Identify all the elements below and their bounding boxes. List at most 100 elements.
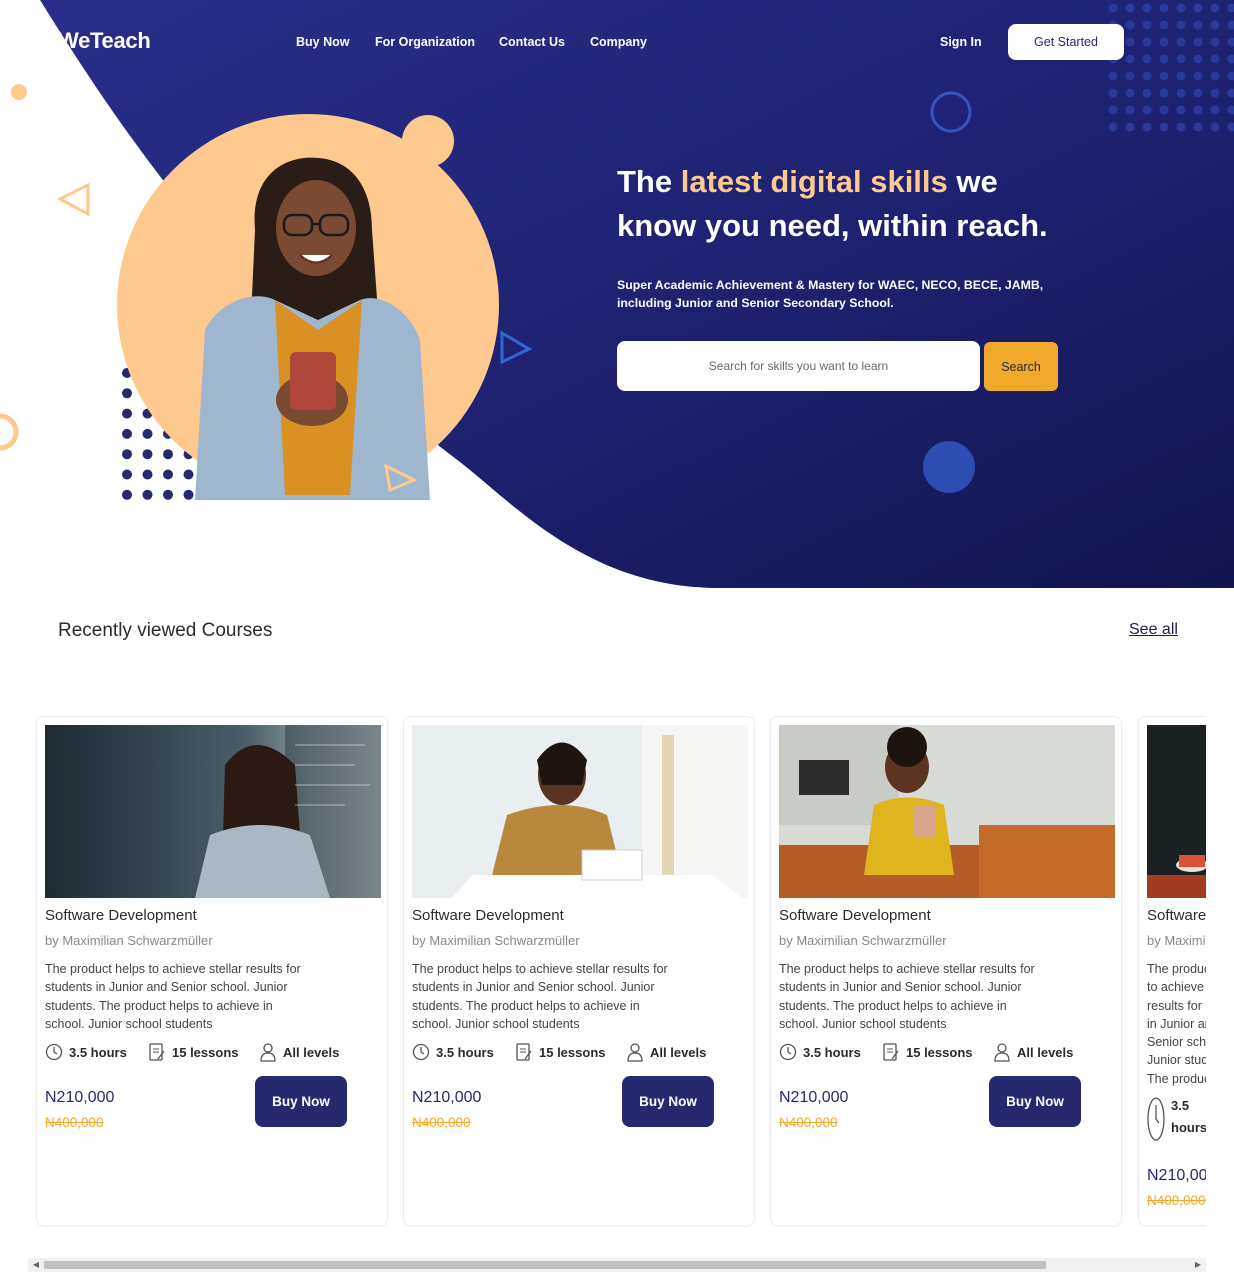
document-edit-icon: [883, 1043, 899, 1061]
course-lessons: 15 lessons: [148, 1040, 239, 1064]
user-icon: [994, 1043, 1010, 1062]
course-author: by Maximilian Schwarzmüller: [1147, 933, 1206, 948]
nav-for-organization[interactable]: For Organization: [375, 35, 475, 49]
course-title[interactable]: Software Development: [412, 907, 564, 924]
course-lessons: 15 lessons: [882, 1040, 973, 1064]
get-started-button[interactable]: Get Started: [1008, 24, 1124, 60]
deco-dot: [1210, 105, 1220, 115]
course-level: All levels: [259, 1040, 339, 1064]
deco-dot: [142, 428, 153, 439]
course-card[interactable]: Software Development by Maximilian Schwa…: [36, 716, 388, 1226]
course-author: by Maximilian Schwarzmüller: [779, 933, 947, 948]
course-author: by Maximilian Schwarzmüller: [45, 933, 213, 948]
course-level: All levels: [993, 1040, 1073, 1064]
course-old-price: N400,000: [45, 1115, 104, 1130]
course-hours: 3.5 hours: [1171, 1098, 1206, 1135]
buy-now-button[interactable]: Buy Now: [255, 1076, 347, 1127]
clock-icon: [412, 1043, 430, 1061]
deco-dot: [1176, 105, 1186, 115]
scroll-right-arrow-icon[interactable]: ▶: [1190, 1258, 1206, 1272]
horizontal-scrollbar[interactable]: ◀ ▶: [28, 1258, 1206, 1272]
hero-section: WeTeach Buy Now For Organization Contact…: [0, 0, 1234, 600]
course-card[interactable]: Software Development by Maximilian Schwa…: [403, 716, 755, 1226]
course-lessons-count: 15 lessons: [906, 1044, 973, 1060]
logo[interactable]: WeTeach: [58, 28, 151, 54]
deco-dot: [122, 388, 132, 399]
course-old-price: N400,000: [412, 1115, 471, 1130]
nav-contact-us[interactable]: Contact Us: [499, 35, 565, 49]
deco-dot: [1210, 122, 1220, 132]
deco-dot: [1159, 122, 1169, 132]
hero-title-highlight: latest digital skills: [680, 164, 948, 199]
deco-dot: [1125, 122, 1135, 132]
course-hours: 3.5 hours: [436, 1044, 494, 1060]
deco-dot: [122, 428, 132, 439]
nav-company[interactable]: Company: [590, 35, 647, 49]
hero-title-pre: The: [617, 164, 681, 199]
deco-dot: [1159, 88, 1169, 98]
course-hours: 3.5 hours: [69, 1044, 127, 1060]
clock-icon: [1147, 1097, 1165, 1141]
course-card[interactable]: Software Development by Maximilian Schwa…: [770, 716, 1122, 1226]
sign-in-link[interactable]: Sign In: [940, 35, 982, 49]
deco-dot: [1125, 88, 1135, 98]
buy-now-button[interactable]: Buy Now: [622, 1076, 714, 1127]
buy-now-button[interactable]: Buy Now: [989, 1076, 1081, 1127]
search-button[interactable]: Search: [984, 342, 1058, 391]
deco-dot: [1159, 105, 1169, 115]
course-title[interactable]: Software Development: [779, 907, 931, 924]
course-duration: 3.5 hours: [779, 1040, 861, 1064]
course-image: [1147, 725, 1206, 898]
course-title[interactable]: Software Development: [1147, 907, 1206, 924]
course-duration: 3.5 hours: [412, 1040, 494, 1064]
deco-dot: [1142, 105, 1152, 115]
nav-buy-now[interactable]: Buy Now: [296, 35, 349, 49]
deco-dot: [1125, 105, 1135, 115]
document-edit-icon: [516, 1043, 532, 1061]
clock-icon: [45, 1043, 63, 1061]
deco-ring: [0, 413, 19, 451]
top-nav: WeTeach Buy Now For Organization Contact…: [0, 0, 1234, 84]
deco-triangle: [56, 182, 90, 217]
deco-dot: [1193, 105, 1203, 115]
course-card[interactable]: Software Development by Maximilian Schwa…: [1138, 716, 1206, 1226]
course-level-label: All levels: [650, 1044, 707, 1060]
deco-dot: [1176, 88, 1186, 98]
course-description: The product helps to achieve stellar res…: [45, 962, 301, 1031]
course-hours: 3.5 hours: [803, 1044, 861, 1060]
deco-dot: [122, 469, 132, 480]
hero-subtitle: Super Academic Achievement & Mastery for…: [617, 278, 1044, 310]
deco-dot: [1193, 88, 1203, 98]
course-level-label: All levels: [283, 1044, 340, 1060]
course-title[interactable]: Software Development: [45, 907, 197, 924]
course-price: N210,000: [779, 1089, 849, 1106]
course-level-label: All levels: [1017, 1044, 1074, 1060]
deco-dot: [163, 449, 173, 460]
course-carousel[interactable]: Software Development by Maximilian Schwa…: [28, 708, 1206, 1233]
deco-dot: [1108, 88, 1118, 98]
deco-dot: [1210, 88, 1220, 98]
course-old-price: N400,000: [1147, 1193, 1206, 1208]
course-image: [779, 725, 1115, 898]
deco-circle-blue: [923, 441, 975, 493]
course-image: [412, 725, 748, 898]
course-price: N210,000: [1147, 1167, 1206, 1184]
course-lessons-count: 15 lessons: [539, 1044, 606, 1060]
course-description: The product helps to achieve stellar res…: [412, 962, 668, 1031]
user-icon: [260, 1043, 276, 1062]
deco-dot: [11, 84, 27, 100]
search-input[interactable]: [617, 341, 980, 391]
deco-dot: [1193, 122, 1203, 132]
scroll-left-arrow-icon[interactable]: ◀: [28, 1258, 44, 1272]
see-all-link[interactable]: See all: [1129, 621, 1178, 639]
deco-dot: [1142, 122, 1152, 132]
course-duration: 3.5 hours: [1147, 1095, 1206, 1143]
deco-dot: [1108, 122, 1118, 132]
course-description: The product helps to achieve stellar res…: [1147, 962, 1206, 1086]
deco-dot: [163, 469, 173, 480]
deco-dot: [122, 408, 132, 419]
scrollbar-thumb[interactable]: [44, 1261, 1046, 1269]
course-lessons-count: 15 lessons: [172, 1044, 239, 1060]
course-price: N210,000: [45, 1089, 115, 1106]
deco-dot: [163, 489, 173, 500]
